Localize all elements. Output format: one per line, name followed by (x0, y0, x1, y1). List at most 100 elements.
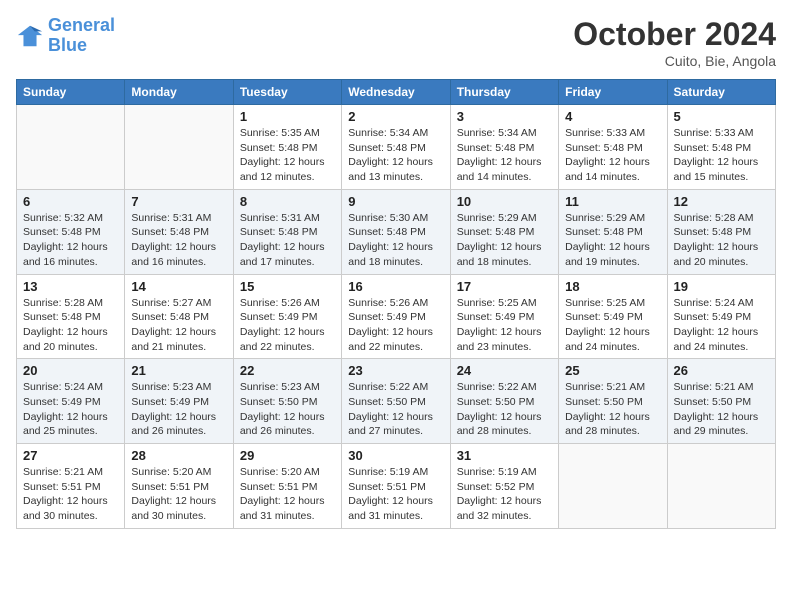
day-number: 3 (457, 109, 552, 124)
calendar-week-2: 6 Sunrise: 5:32 AM Sunset: 5:48 PM Daylig… (17, 189, 776, 274)
calendar-cell: 15 Sunrise: 5:26 AM Sunset: 5:49 PM Dayli… (233, 274, 341, 359)
calendar-cell: 26 Sunrise: 5:21 AM Sunset: 5:50 PM Dayli… (667, 359, 775, 444)
calendar-cell: 5 Sunrise: 5:33 AM Sunset: 5:48 PM Daylig… (667, 105, 775, 190)
day-info: Sunrise: 5:21 AM Sunset: 5:50 PM Dayligh… (565, 380, 660, 439)
day-number: 19 (674, 279, 769, 294)
day-number: 14 (131, 279, 226, 294)
calendar-cell: 10 Sunrise: 5:29 AM Sunset: 5:48 PM Dayli… (450, 189, 558, 274)
day-info: Sunrise: 5:23 AM Sunset: 5:50 PM Dayligh… (240, 380, 335, 439)
day-number: 11 (565, 194, 660, 209)
calendar-cell: 11 Sunrise: 5:29 AM Sunset: 5:48 PM Dayli… (559, 189, 667, 274)
day-number: 28 (131, 448, 226, 463)
day-info: Sunrise: 5:31 AM Sunset: 5:48 PM Dayligh… (131, 211, 226, 270)
calendar-cell: 17 Sunrise: 5:25 AM Sunset: 5:49 PM Dayli… (450, 274, 558, 359)
day-number: 18 (565, 279, 660, 294)
calendar-cell: 6 Sunrise: 5:32 AM Sunset: 5:48 PM Daylig… (17, 189, 125, 274)
day-info: Sunrise: 5:24 AM Sunset: 5:49 PM Dayligh… (674, 296, 769, 355)
day-info: Sunrise: 5:22 AM Sunset: 5:50 PM Dayligh… (348, 380, 443, 439)
day-number: 5 (674, 109, 769, 124)
day-number: 30 (348, 448, 443, 463)
calendar-cell: 3Sunrise: 5:34 AM Sunset: 5:48 PM Daylig… (450, 105, 558, 190)
day-info: Sunrise: 5:19 AM Sunset: 5:51 PM Dayligh… (348, 465, 443, 524)
calendar-cell: 2 Sunrise: 5:34 AM Sunset: 5:48 PM Daylig… (342, 105, 450, 190)
logo-text: General Blue (48, 16, 115, 56)
calendar-week-4: 20 Sunrise: 5:24 AM Sunset: 5:49 PM Dayli… (17, 359, 776, 444)
day-info: Sunrise: 5:25 AM Sunset: 5:49 PM Dayligh… (457, 296, 552, 355)
title-block: October 2024 Cuito, Bie, Angola (573, 16, 776, 69)
calendar-cell: 24 Sunrise: 5:22 AM Sunset: 5:50 PM Dayli… (450, 359, 558, 444)
day-info: Sunrise: 5:22 AM Sunset: 5:50 PM Dayligh… (457, 380, 552, 439)
calendar-cell (17, 105, 125, 190)
calendar-cell: 12Sunrise: 5:28 AM Sunset: 5:48 PM Dayli… (667, 189, 775, 274)
day-number: 27 (23, 448, 118, 463)
page-header: General Blue October 2024 Cuito, Bie, An… (16, 16, 776, 69)
day-number: 17 (457, 279, 552, 294)
day-header-saturday: Saturday (667, 80, 775, 105)
day-number: 16 (348, 279, 443, 294)
day-number: 6 (23, 194, 118, 209)
day-number: 12 (674, 194, 769, 209)
day-info: Sunrise: 5:35 AM Sunset: 5:48 PM Dayligh… (240, 126, 335, 185)
calendar-cell: 13Sunrise: 5:28 AM Sunset: 5:48 PM Dayli… (17, 274, 125, 359)
day-info: Sunrise: 5:31 AM Sunset: 5:48 PM Dayligh… (240, 211, 335, 270)
day-number: 20 (23, 363, 118, 378)
day-info: Sunrise: 5:21 AM Sunset: 5:50 PM Dayligh… (674, 380, 769, 439)
day-number: 15 (240, 279, 335, 294)
day-info: Sunrise: 5:20 AM Sunset: 5:51 PM Dayligh… (240, 465, 335, 524)
day-header-wednesday: Wednesday (342, 80, 450, 105)
calendar-cell: 27 Sunrise: 5:21 AM Sunset: 5:51 PM Dayli… (17, 444, 125, 529)
day-info: Sunrise: 5:29 AM Sunset: 5:48 PM Dayligh… (565, 211, 660, 270)
day-header-tuesday: Tuesday (233, 80, 341, 105)
calendar-week-5: 27 Sunrise: 5:21 AM Sunset: 5:51 PM Dayli… (17, 444, 776, 529)
day-number: 7 (131, 194, 226, 209)
calendar-cell: 16 Sunrise: 5:26 AM Sunset: 5:49 PM Dayli… (342, 274, 450, 359)
calendar-cell: 28Sunrise: 5:20 AM Sunset: 5:51 PM Dayli… (125, 444, 233, 529)
day-info: Sunrise: 5:24 AM Sunset: 5:49 PM Dayligh… (23, 380, 118, 439)
month-title: October 2024 (573, 16, 776, 53)
day-number: 9 (348, 194, 443, 209)
calendar-cell: 21Sunrise: 5:23 AM Sunset: 5:49 PM Dayli… (125, 359, 233, 444)
calendar-cell: 29 Sunrise: 5:20 AM Sunset: 5:51 PM Dayli… (233, 444, 341, 529)
day-header-monday: Monday (125, 80, 233, 105)
day-info: Sunrise: 5:26 AM Sunset: 5:49 PM Dayligh… (240, 296, 335, 355)
day-info: Sunrise: 5:21 AM Sunset: 5:51 PM Dayligh… (23, 465, 118, 524)
calendar-cell: 7 Sunrise: 5:31 AM Sunset: 5:48 PM Daylig… (125, 189, 233, 274)
calendar-cell: 9 Sunrise: 5:30 AM Sunset: 5:48 PM Daylig… (342, 189, 450, 274)
day-number: 26 (674, 363, 769, 378)
calendar-cell: 30 Sunrise: 5:19 AM Sunset: 5:51 PM Dayli… (342, 444, 450, 529)
calendar-cell: 20 Sunrise: 5:24 AM Sunset: 5:49 PM Dayli… (17, 359, 125, 444)
day-info: Sunrise: 5:25 AM Sunset: 5:49 PM Dayligh… (565, 296, 660, 355)
day-number: 8 (240, 194, 335, 209)
day-header-sunday: Sunday (17, 80, 125, 105)
calendar-cell: 18 Sunrise: 5:25 AM Sunset: 5:49 PM Dayli… (559, 274, 667, 359)
calendar-week-1: 1Sunrise: 5:35 AM Sunset: 5:48 PM Daylig… (17, 105, 776, 190)
day-number: 23 (348, 363, 443, 378)
day-info: Sunrise: 5:28 AM Sunset: 5:48 PM Dayligh… (23, 296, 118, 355)
day-number: 10 (457, 194, 552, 209)
day-info: Sunrise: 5:33 AM Sunset: 5:48 PM Dayligh… (674, 126, 769, 185)
day-info: Sunrise: 5:29 AM Sunset: 5:48 PM Dayligh… (457, 211, 552, 270)
calendar-week-3: 13Sunrise: 5:28 AM Sunset: 5:48 PM Dayli… (17, 274, 776, 359)
day-info: Sunrise: 5:30 AM Sunset: 5:48 PM Dayligh… (348, 211, 443, 270)
calendar-cell: 1Sunrise: 5:35 AM Sunset: 5:48 PM Daylig… (233, 105, 341, 190)
day-info: Sunrise: 5:32 AM Sunset: 5:48 PM Dayligh… (23, 211, 118, 270)
day-number: 25 (565, 363, 660, 378)
day-number: 24 (457, 363, 552, 378)
day-header-thursday: Thursday (450, 80, 558, 105)
calendar-cell: 4Sunrise: 5:33 AM Sunset: 5:48 PM Daylig… (559, 105, 667, 190)
day-header-friday: Friday (559, 80, 667, 105)
calendar-cell (125, 105, 233, 190)
day-number: 2 (348, 109, 443, 124)
day-info: Sunrise: 5:19 AM Sunset: 5:52 PM Dayligh… (457, 465, 552, 524)
logo: General Blue (16, 16, 115, 56)
logo-icon (16, 22, 44, 50)
calendar-cell: 8 Sunrise: 5:31 AM Sunset: 5:48 PM Daylig… (233, 189, 341, 274)
day-info: Sunrise: 5:27 AM Sunset: 5:48 PM Dayligh… (131, 296, 226, 355)
day-info: Sunrise: 5:34 AM Sunset: 5:48 PM Dayligh… (348, 126, 443, 185)
calendar-cell: 23 Sunrise: 5:22 AM Sunset: 5:50 PM Dayli… (342, 359, 450, 444)
day-number: 29 (240, 448, 335, 463)
day-info: Sunrise: 5:26 AM Sunset: 5:49 PM Dayligh… (348, 296, 443, 355)
day-number: 22 (240, 363, 335, 378)
calendar-cell: 19 Sunrise: 5:24 AM Sunset: 5:49 PM Dayli… (667, 274, 775, 359)
day-number: 31 (457, 448, 552, 463)
